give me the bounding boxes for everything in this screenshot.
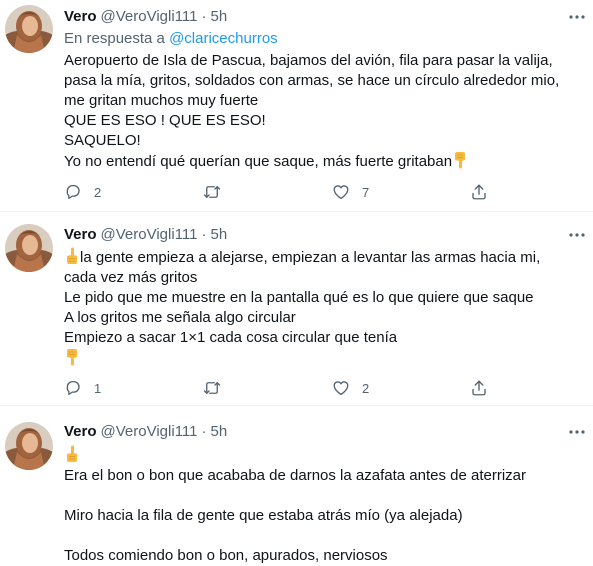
tweet-text-line: Empiezo a sacar 1×1 cada cosa circular q… xyxy=(64,329,398,346)
tweet-text-line: Miro hacia la fila de gente que estaba a… xyxy=(64,507,463,524)
tweet-text-line: me gritan muchos muy fuerte xyxy=(64,92,259,109)
author-name[interactable]: Vero xyxy=(64,422,97,442)
reply-count: 1 xyxy=(94,380,102,396)
reply-bubble-icon xyxy=(64,379,82,397)
retweet-icon xyxy=(203,379,221,397)
tweet-text-line: pasa la mía, gritos, soldados con armas,… xyxy=(64,72,560,89)
more-options-icon[interactable] xyxy=(567,225,587,245)
timestamp[interactable]: 5h xyxy=(211,7,228,27)
reply-mention-link[interactable]: @claricechurros xyxy=(169,30,278,47)
tweet-3[interactable]: Vero @VeroVigli111 · 5h Era el bon o bon… xyxy=(0,406,593,566)
retweet-button[interactable] xyxy=(203,378,221,398)
author-handle[interactable]: @VeroVigli111 xyxy=(101,7,198,27)
share-button[interactable] xyxy=(470,378,488,398)
tweet-text-line: la gente empieza a alejarse, empiezan a … xyxy=(80,249,541,266)
backhand-index-pointing-up-emoji-icon xyxy=(64,247,80,265)
like-count: 2 xyxy=(362,380,370,396)
tweet-actions: 1 2 xyxy=(64,378,484,398)
reply-bubble-icon xyxy=(64,183,82,201)
reply-count: 2 xyxy=(94,184,102,200)
tweet-header: Vero @VeroVigli111 · 5h xyxy=(64,225,579,245)
backhand-index-pointing-down-emoji-icon xyxy=(452,151,468,169)
heart-icon xyxy=(332,379,350,397)
share-button[interactable] xyxy=(470,182,488,202)
reply-button[interactable]: 1 xyxy=(64,378,101,398)
share-icon xyxy=(470,183,488,201)
tweet-text: Era el bon o bon que acababa de darnos l… xyxy=(64,445,579,566)
author-name[interactable]: Vero xyxy=(64,225,97,245)
tweet-text-line: SAQUELO! xyxy=(64,132,141,149)
reply-context: En respuesta a @claricechurros xyxy=(64,29,579,49)
emoji-line xyxy=(64,445,579,466)
tweet-text-line-with-emoji: Yo no entendí qué querían que saque, más… xyxy=(64,151,579,172)
backhand-index-pointing-up-emoji-icon xyxy=(64,445,80,463)
tweet-text-line xyxy=(64,526,579,546)
like-count: 7 xyxy=(362,184,370,200)
tweet-actions: 2 7 xyxy=(64,182,484,202)
heart-icon xyxy=(332,183,350,201)
author-handle[interactable]: @VeroVigli111 xyxy=(101,225,198,245)
retweet-icon xyxy=(203,183,221,201)
like-button[interactable]: 2 xyxy=(332,378,369,398)
tweet-header: Vero @VeroVigli111 · 5h xyxy=(64,7,579,27)
timestamp[interactable]: 5h xyxy=(211,225,228,245)
tweet-2[interactable]: Vero @VeroVigli111 · 5h la gente empieza… xyxy=(0,212,593,410)
share-icon xyxy=(470,379,488,397)
tweet-1[interactable]: Vero @VeroVigli111 · 5h En respuesta a @… xyxy=(0,0,593,207)
tweet-text: Aeropuerto de Isla de Pascua, bajamos de… xyxy=(64,51,579,172)
tweet-text-line: Le pido que me muestre en la pantalla qu… xyxy=(64,289,534,306)
tweet-text-line: QUE ES ESO ! QUE ES ESO! xyxy=(64,112,266,129)
tweet-text-line: Aeropuerto de Isla de Pascua, bajamos de… xyxy=(64,52,553,69)
tweet-text-line: Yo no entendí qué querían que saque, más… xyxy=(64,153,453,170)
author-handle[interactable]: @VeroVigli111 xyxy=(101,422,198,442)
backhand-index-pointing-down-emoji-icon xyxy=(64,348,80,366)
tweet-text-line-with-emoji: la gente empieza a alejarse, empiezan a … xyxy=(64,247,579,268)
tweet-text-line: Todos comiendo bon o bon, apurados, nerv… xyxy=(64,547,388,564)
avatar[interactable] xyxy=(5,422,53,470)
timestamp[interactable]: 5h xyxy=(211,422,228,442)
like-button[interactable]: 7 xyxy=(332,182,369,202)
tweet-text-line: A los gritos me señala algo circular xyxy=(64,309,296,326)
avatar[interactable] xyxy=(5,224,53,272)
tweet-header: Vero @VeroVigli111 · 5h xyxy=(64,422,579,442)
more-options-icon[interactable] xyxy=(567,422,587,442)
separator-dot: · xyxy=(201,423,207,440)
tweet-text-line: Era el bon o bon que acababa de darnos l… xyxy=(64,467,526,484)
separator-dot: · xyxy=(201,8,207,25)
emoji-line xyxy=(64,348,579,369)
retweet-button[interactable] xyxy=(203,182,221,202)
reply-button[interactable]: 2 xyxy=(64,182,101,202)
separator-dot: · xyxy=(201,226,207,243)
more-options-icon[interactable] xyxy=(567,7,587,27)
tweet-text-line: cada vez más gritos xyxy=(64,269,198,286)
author-name[interactable]: Vero xyxy=(64,7,97,27)
tweet-text: la gente empieza a alejarse, empiezan a … xyxy=(64,247,579,369)
avatar[interactable] xyxy=(5,5,53,53)
tweet-text-line xyxy=(64,486,579,506)
reply-prefix: En respuesta a xyxy=(64,30,165,47)
